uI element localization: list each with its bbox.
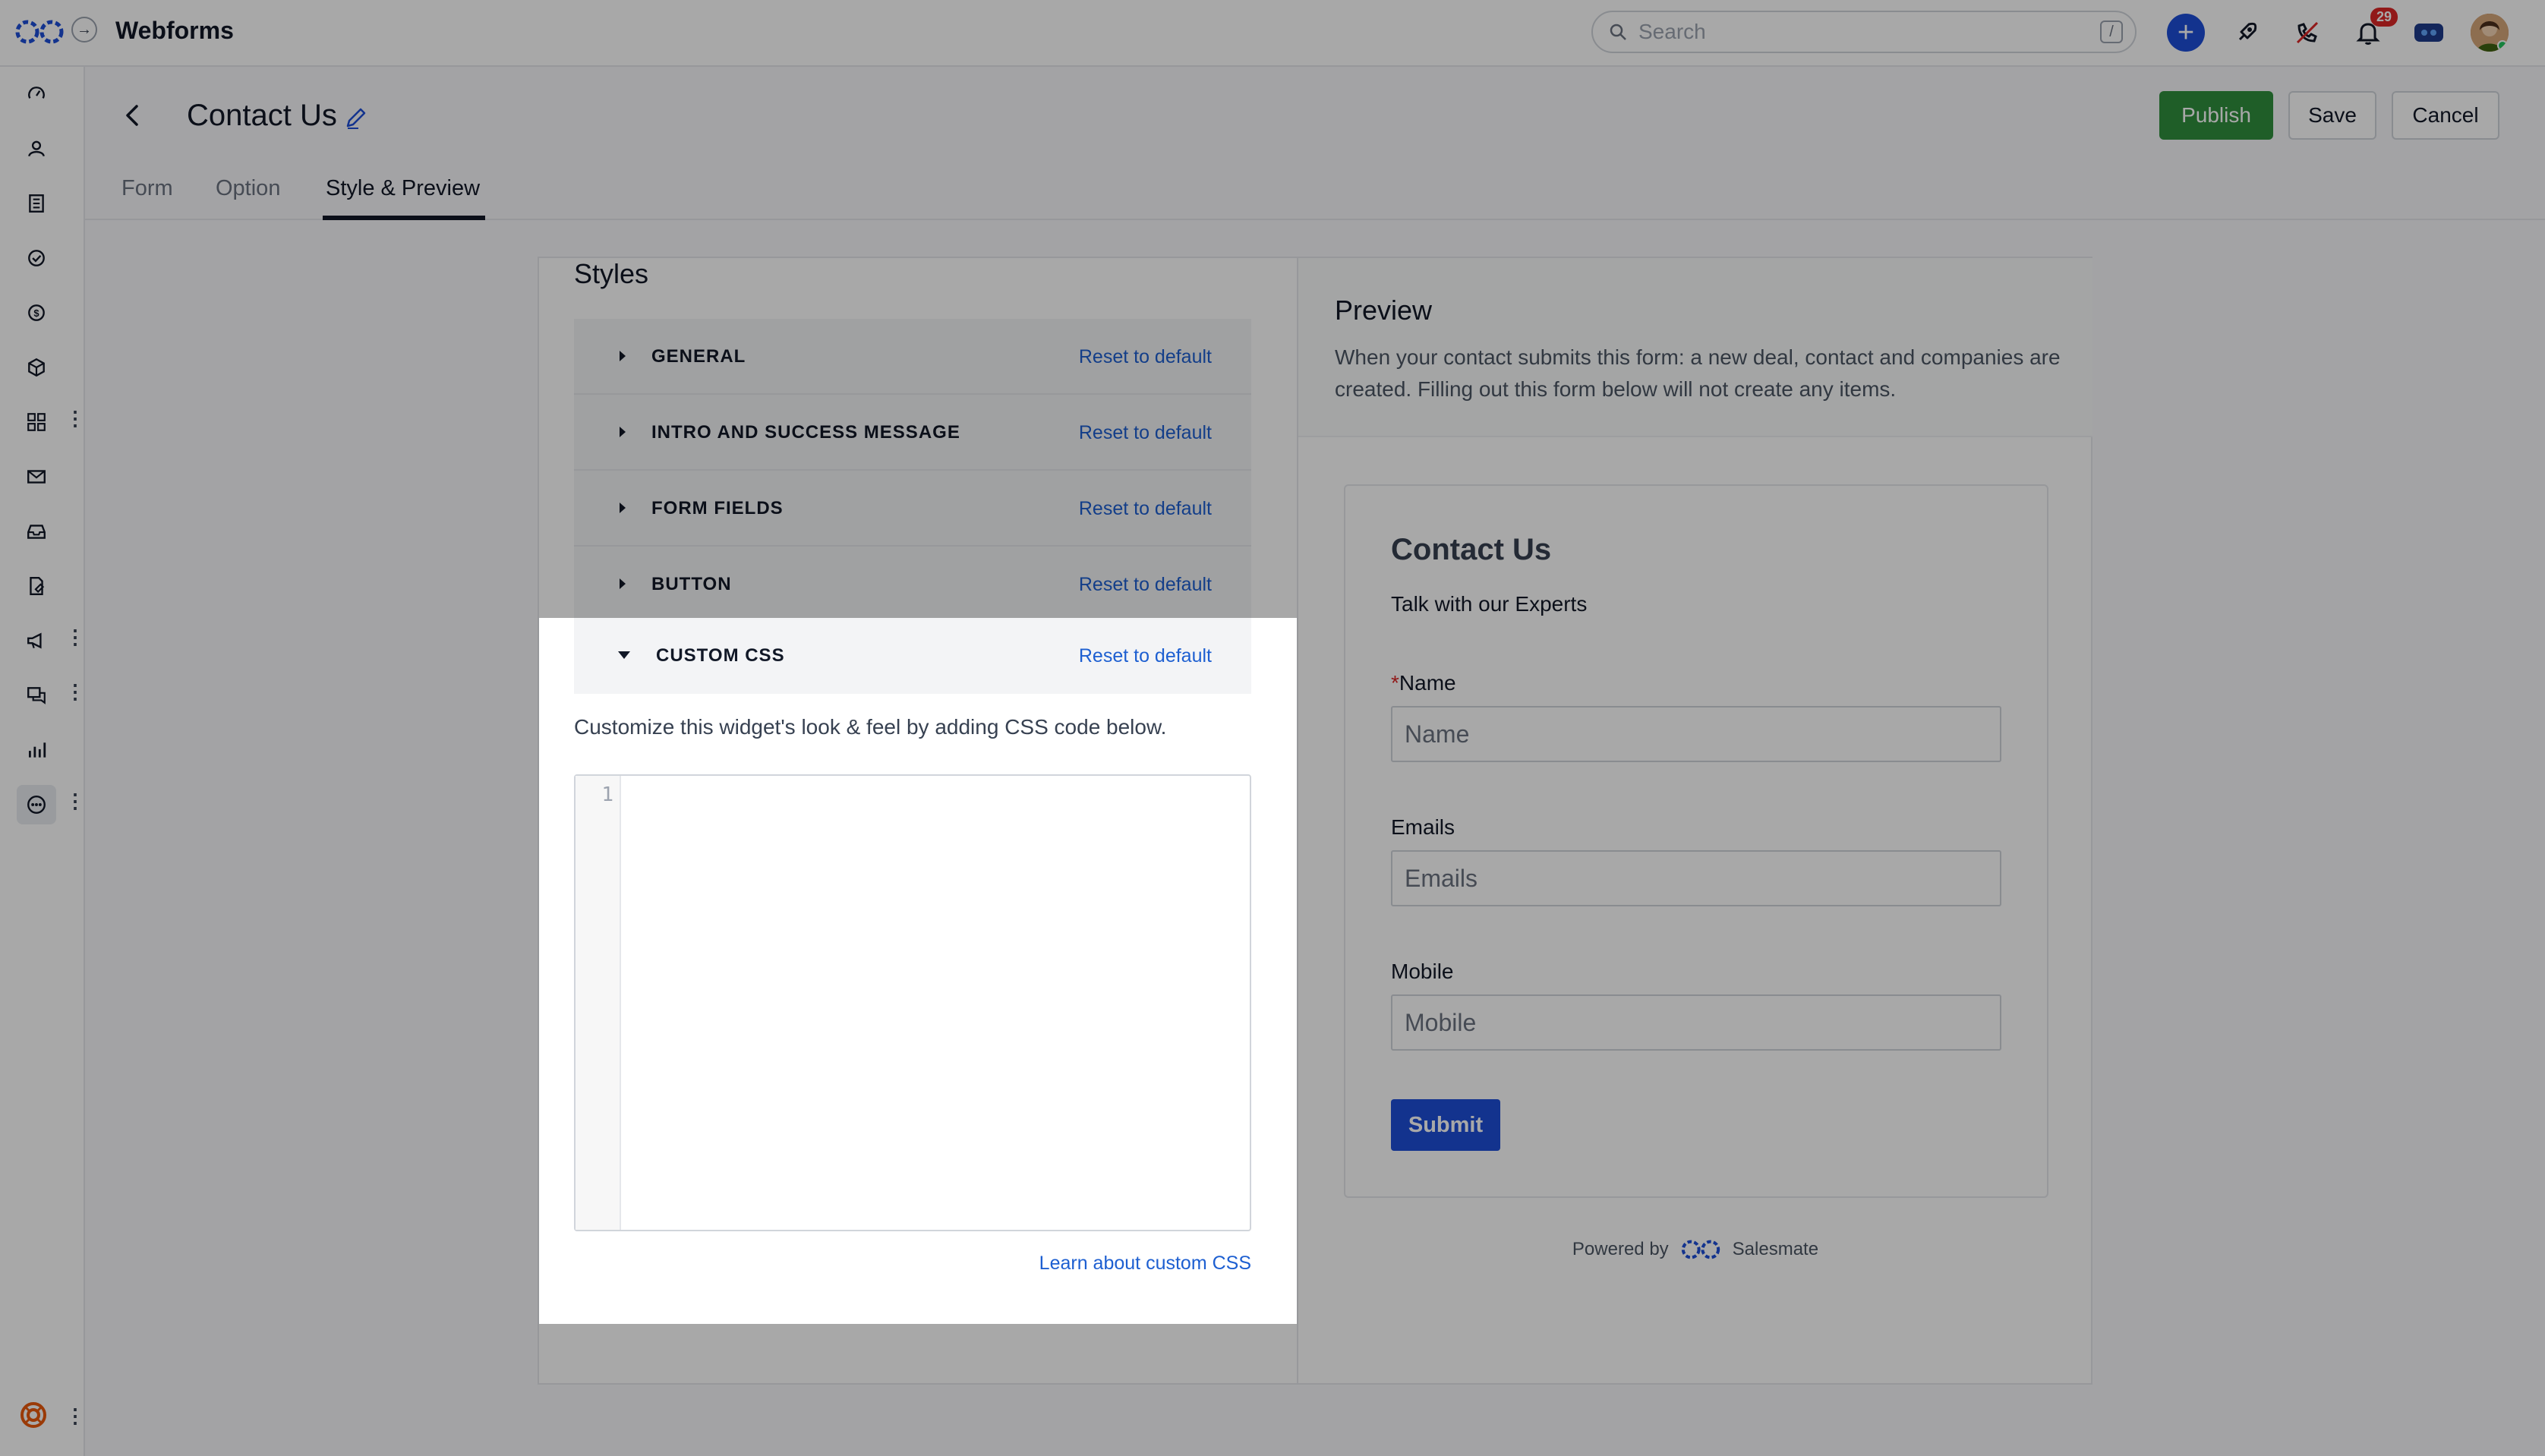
products-icon[interactable] xyxy=(17,348,56,387)
tab-option[interactable]: Option xyxy=(216,176,280,201)
dashboard-icon[interactable] xyxy=(17,74,56,114)
search-icon xyxy=(1610,24,1626,40)
more-options-icon[interactable]: ⋮ xyxy=(65,791,85,811)
chat-bot-icon[interactable] xyxy=(2410,14,2448,52)
custom-css-description: Customize this widget's look & feel by a… xyxy=(574,715,1167,739)
save-button[interactable]: Save xyxy=(2288,91,2376,140)
campaigns-icon[interactable] xyxy=(17,621,56,660)
caret-right-icon xyxy=(620,503,626,513)
salesmate-logo-icon xyxy=(1681,1240,1720,1259)
notification-badge: 29 xyxy=(2370,8,2398,27)
section-custom-css[interactable]: CUSTOM CSS Reset to default xyxy=(574,618,1251,694)
page-title: Contact Us xyxy=(187,99,337,132)
powered-by-footer: Powered by Salesmate xyxy=(1298,1237,2092,1262)
preview-description: When your contact submits this form: a n… xyxy=(1335,345,2061,401)
salesmate-logo-icon[interactable] xyxy=(14,17,65,47)
name-field-label: *Name xyxy=(1391,671,1456,695)
tab-form[interactable]: Form xyxy=(121,176,173,201)
reset-to-default-link[interactable]: Reset to default xyxy=(1079,574,1212,596)
reset-to-default-link[interactable]: Reset to default xyxy=(1079,346,1212,368)
more-options-icon[interactable]: ⋮ xyxy=(65,627,85,647)
section-form-fields[interactable]: FORM FIELDS Reset to default xyxy=(574,471,1251,547)
top-bar: → Webforms Search / + 29 xyxy=(0,0,2545,67)
back-arrow-icon[interactable] xyxy=(120,102,147,129)
companies-icon[interactable] xyxy=(17,184,56,223)
tasks-icon[interactable] xyxy=(17,238,56,278)
cancel-button[interactable]: Cancel xyxy=(2392,91,2499,140)
documents-icon[interactable] xyxy=(17,566,56,606)
add-icon[interactable]: + xyxy=(2167,14,2205,52)
section-label: GENERAL xyxy=(651,346,746,367)
inbox-icon[interactable] xyxy=(17,512,56,551)
conversations-icon[interactable] xyxy=(17,676,56,715)
editor-gutter: 1 xyxy=(576,776,621,1230)
line-number: 1 xyxy=(601,783,613,806)
reports-icon[interactable] xyxy=(17,730,56,770)
section-label: BUTTON xyxy=(651,574,732,594)
rocket-icon[interactable] xyxy=(2228,14,2266,52)
publish-button[interactable]: Publish xyxy=(2159,91,2273,140)
section-label: INTRO AND SUCCESS MESSAGE xyxy=(651,422,960,443)
caret-right-icon xyxy=(620,578,626,589)
preview-title: Preview xyxy=(1335,295,1433,326)
svg-text:$: $ xyxy=(33,307,39,319)
caret-down-icon xyxy=(618,651,630,659)
app-title: Webforms xyxy=(115,17,234,44)
section-button[interactable]: BUTTON Reset to default xyxy=(574,547,1251,622)
form-subtitle: Talk with our Experts xyxy=(1391,592,1588,616)
section-label: FORM FIELDS xyxy=(651,498,784,518)
expand-sidebar-icon[interactable]: → xyxy=(71,17,97,43)
caret-right-icon xyxy=(620,351,626,361)
more-options-icon[interactable]: ⋮ xyxy=(65,682,85,701)
more-options-icon[interactable]: ⋮ xyxy=(65,408,85,428)
email-icon[interactable] xyxy=(17,457,56,496)
learn-custom-css-link[interactable]: Learn about custom CSS xyxy=(1039,1253,1251,1275)
reset-to-default-link[interactable]: Reset to default xyxy=(1079,645,1212,667)
section-general[interactable]: GENERAL Reset to default xyxy=(574,319,1251,395)
form-preview-card: Contact Us Talk with our Experts *Name N… xyxy=(1344,484,2048,1198)
more-icon[interactable] xyxy=(17,785,56,824)
mobile-field-label: Mobile xyxy=(1391,960,1454,983)
phone-icon[interactable] xyxy=(2288,14,2326,52)
mobile-field[interactable]: Mobile xyxy=(1391,994,2001,1051)
emails-field-label: Emails xyxy=(1391,815,1455,839)
reset-to-default-link[interactable]: Reset to default xyxy=(1079,498,1212,520)
form-title: Contact Us xyxy=(1391,533,1552,566)
tab-bar: Form Option Style & Preview xyxy=(85,159,2545,220)
field-label-text: Name xyxy=(1399,671,1456,695)
required-mark: * xyxy=(1391,671,1399,695)
css-code-editor[interactable]: 1 xyxy=(574,774,1251,1231)
more-options-icon[interactable]: ⋮ xyxy=(65,1406,85,1426)
edit-pencil-icon[interactable] xyxy=(343,105,369,131)
deals-icon[interactable]: $ xyxy=(17,293,56,332)
avatar[interactable] xyxy=(2471,14,2509,52)
custom-css-section: CUSTOM CSS Reset to default Customize th… xyxy=(539,618,1297,1324)
form-submit-button[interactable]: Submit xyxy=(1391,1099,1500,1151)
section-label: CUSTOM CSS xyxy=(656,645,785,666)
search-shortcut: / xyxy=(2100,20,2123,43)
caret-right-icon xyxy=(620,427,626,437)
powered-by-text: Powered by xyxy=(1572,1239,1669,1259)
help-lifebuoy-icon[interactable] xyxy=(18,1400,53,1435)
preview-header: Preview When your contact submits this f… xyxy=(1298,258,2092,437)
apps-icon[interactable] xyxy=(17,402,56,442)
brand-name: Salesmate xyxy=(1732,1239,1819,1259)
contacts-icon[interactable] xyxy=(17,129,56,169)
reset-to-default-link[interactable]: Reset to default xyxy=(1079,422,1212,444)
tab-style-preview[interactable]: Style & Preview xyxy=(326,176,480,201)
bell-icon[interactable]: 29 xyxy=(2349,8,2398,52)
search-placeholder: Search xyxy=(1638,20,1706,43)
emails-field[interactable]: Emails xyxy=(1391,850,2001,906)
search-input[interactable]: Search / xyxy=(1591,11,2137,53)
section-intro-success[interactable]: INTRO AND SUCCESS MESSAGE Reset to defau… xyxy=(574,395,1251,471)
preview-column: Preview When your contact submits this f… xyxy=(1297,258,2092,1383)
active-tab-indicator xyxy=(323,216,485,220)
name-field[interactable]: Name xyxy=(1391,706,2001,762)
styles-title: Styles xyxy=(574,258,649,289)
